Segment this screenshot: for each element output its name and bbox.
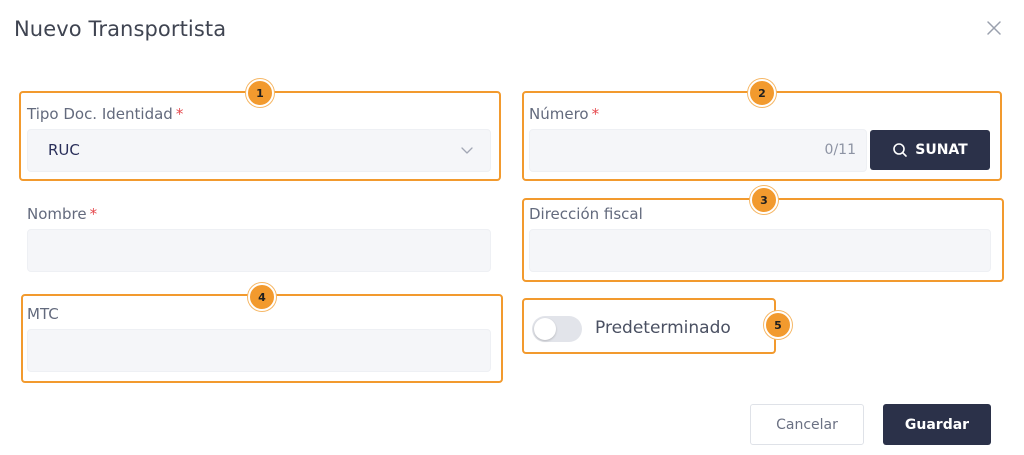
numero-label-text: Número [529,105,589,123]
nombre-label-text: Nombre [27,205,87,223]
predeterminado-toggle[interactable] [532,316,582,342]
sunat-button-label: SUNAT [915,142,968,158]
required-mark: * [591,105,600,123]
nombre-input[interactable] [27,229,491,272]
mtc-label: MTC [27,305,59,323]
required-mark: * [175,105,184,123]
toggle-knob [534,318,556,340]
annotation-badge-1: 1 [246,79,274,107]
search-icon [893,143,908,157]
direccion-label: Dirección fiscal [529,205,643,223]
annotation-badge-5: 5 [764,311,792,339]
tipo-doc-selected-value: RUC [48,141,80,159]
tipo-doc-label: Tipo Doc. Identidad * [27,105,183,123]
numero-label: Número * [529,105,599,123]
chevron-down-icon [461,147,473,154]
annotation-badge-4: 4 [248,283,276,311]
direccion-input[interactable] [529,229,991,272]
tipo-doc-label-text: Tipo Doc. Identidad [27,105,173,123]
close-button[interactable] [984,18,1004,38]
required-mark: * [89,205,98,223]
predeterminado-label: Predeterminado [595,318,731,338]
cancel-button[interactable]: Cancelar [750,404,864,445]
sunat-search-button[interactable]: SUNAT [870,130,990,170]
save-button[interactable]: Guardar [883,404,991,445]
nombre-label: Nombre * [27,205,97,223]
annotation-badge-3: 3 [750,186,778,214]
annotation-badge-2: 2 [748,79,776,107]
mtc-input[interactable] [27,329,491,372]
dialog-title: Nuevo Transportista [14,17,227,41]
tipo-doc-select[interactable]: RUC [27,129,491,172]
numero-char-counter: 0/11 [824,142,856,158]
close-icon[interactable] [984,18,1004,38]
numero-input[interactable]: 0/11 [529,129,867,172]
